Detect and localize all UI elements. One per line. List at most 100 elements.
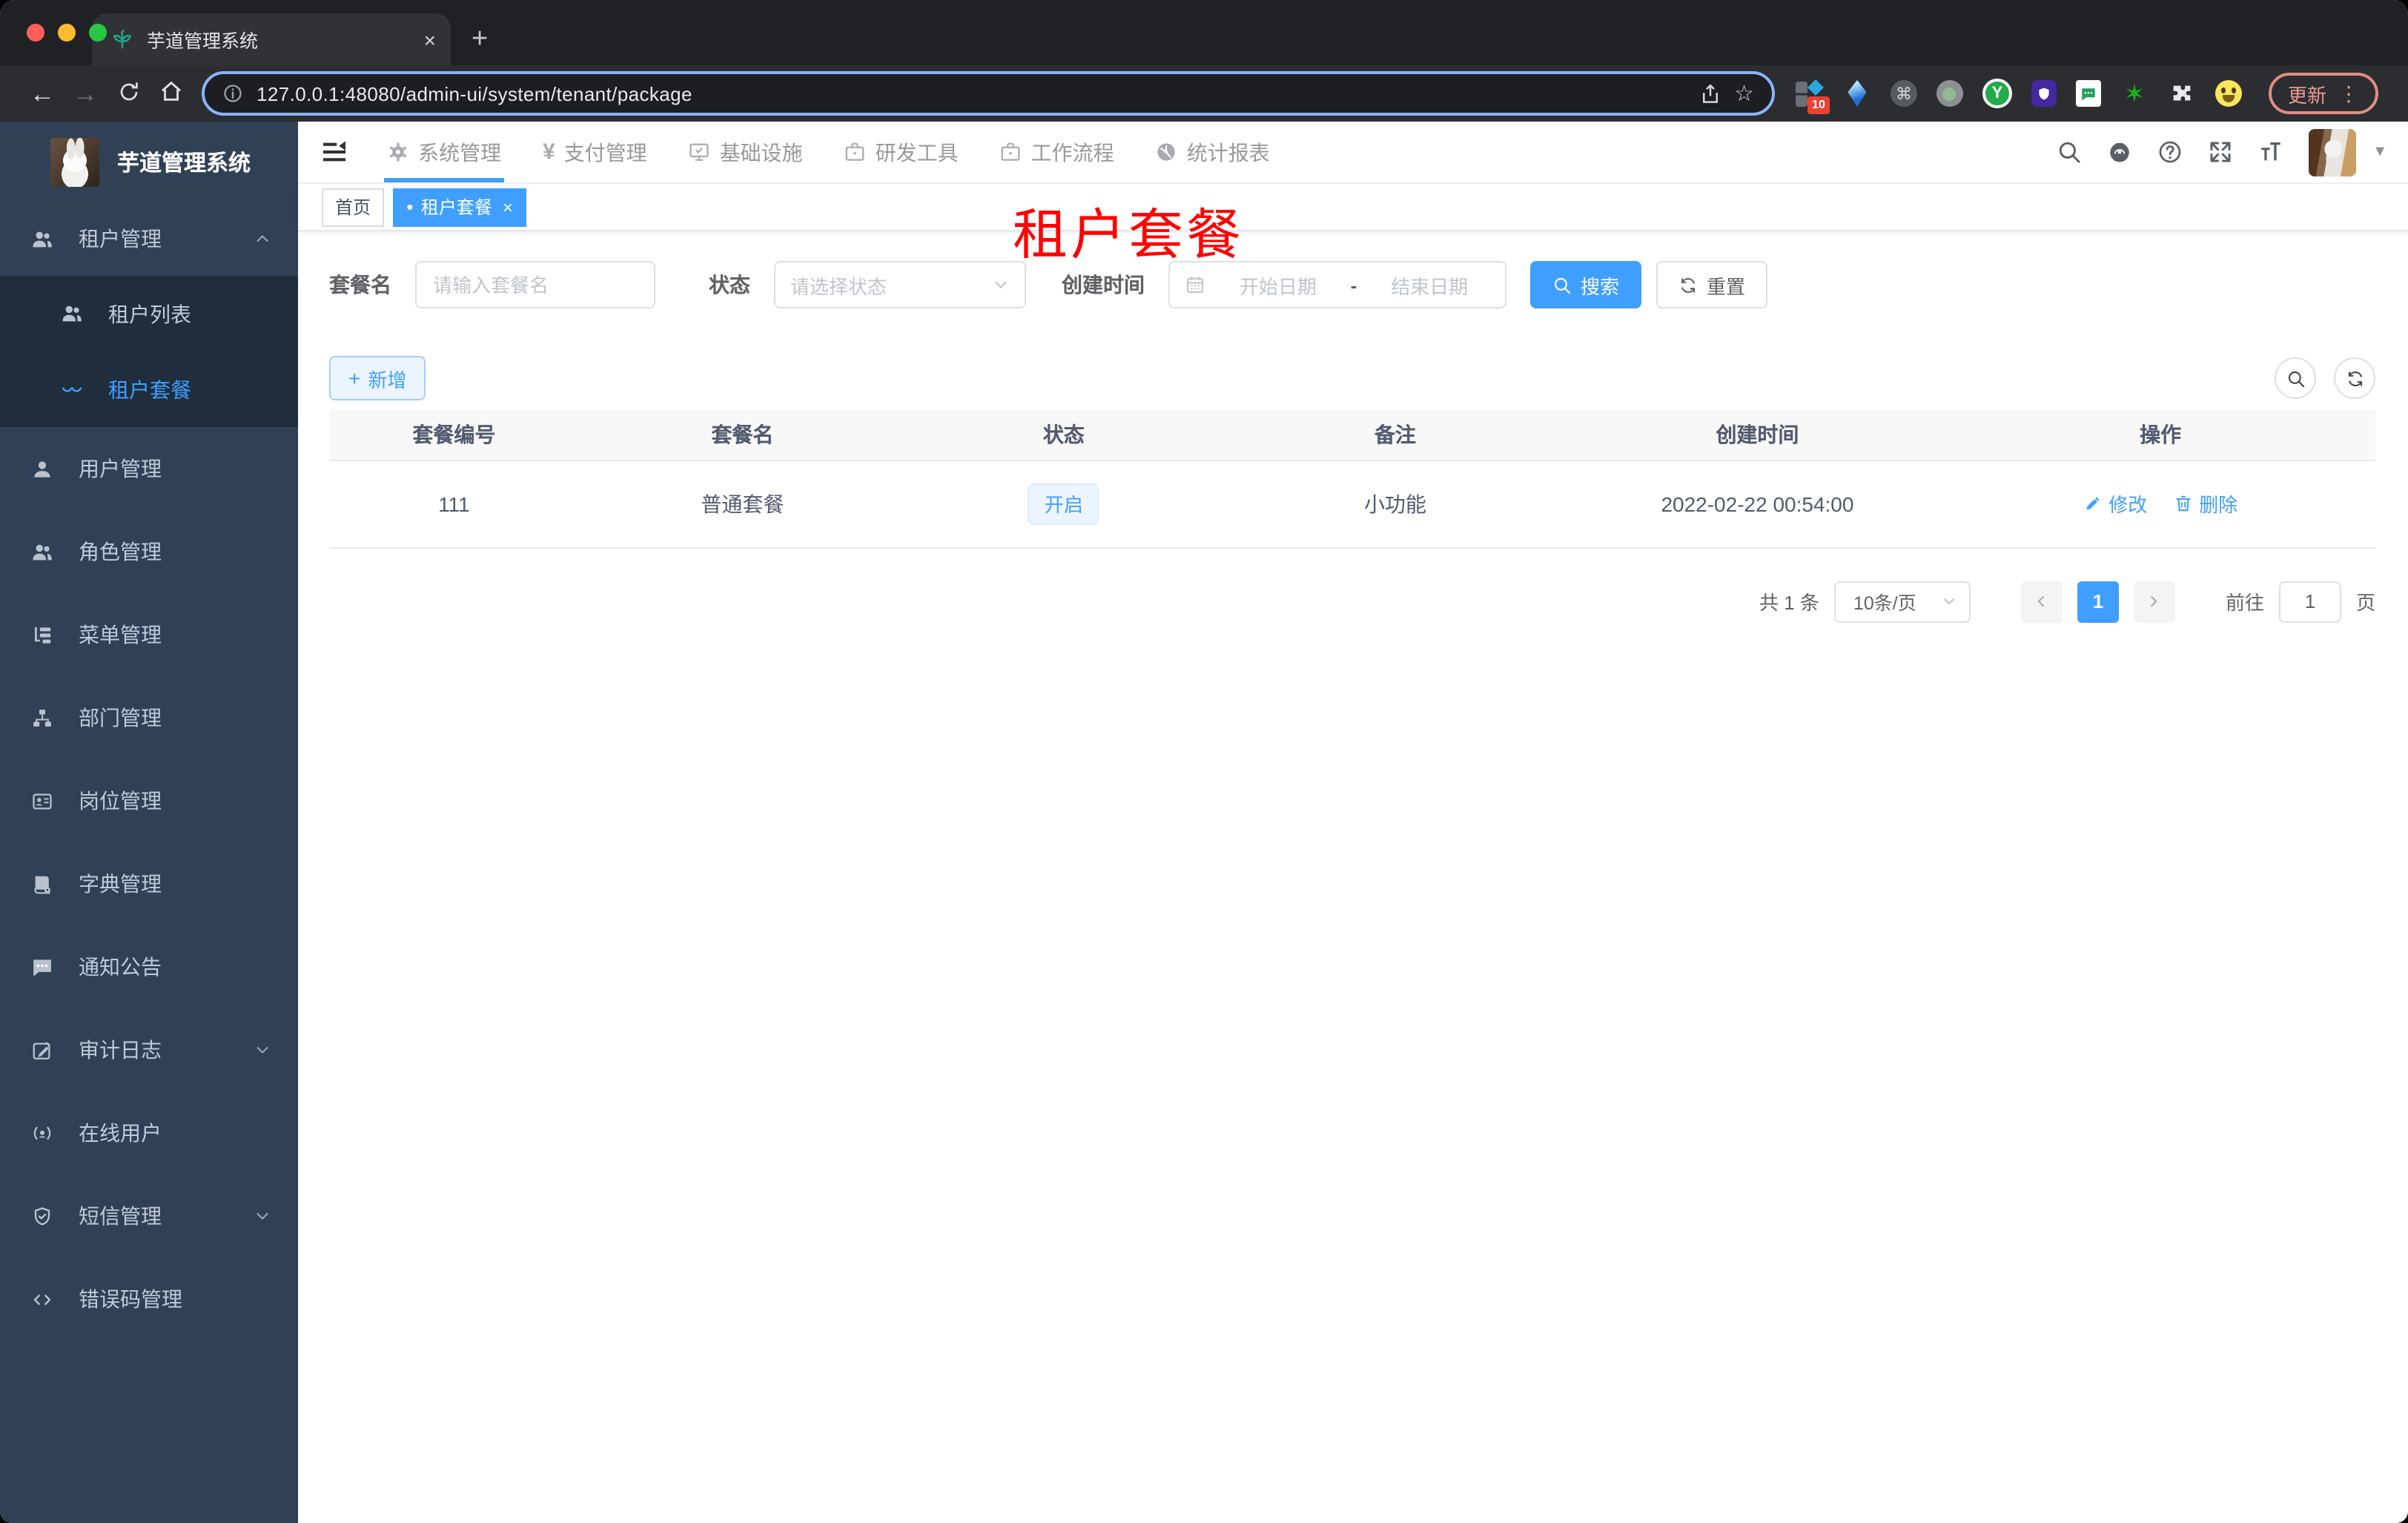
top-nav-system[interactable]: 系统管理 (366, 122, 522, 182)
tab-close-icon[interactable]: × (424, 29, 436, 50)
new-tab-button[interactable]: + (472, 25, 488, 53)
end-date-placeholder[interactable]: 结束日期 (1369, 271, 1490, 299)
next-page-button[interactable] (2133, 581, 2175, 622)
extension-badge: 10 (1807, 96, 1830, 113)
table-toolbar: + 新增 (329, 356, 2375, 400)
tag-home[interactable]: 首页 (322, 188, 385, 226)
tag-close-icon[interactable]: × (503, 198, 513, 216)
package-name-input[interactable] (415, 261, 655, 308)
extension-pin-icon[interactable]: 10 (1795, 79, 1830, 113)
url-bar[interactable]: 127.0.0.1:48080/admin-ui/system/tenant/p… (202, 71, 1775, 116)
sidebar-collapse-icon[interactable] (320, 138, 348, 166)
chrome-update-button[interactable]: 更新 ⋮ (2268, 73, 2378, 114)
window-controls (27, 24, 107, 42)
sidebar-item-notice[interactable]: 通知公告 (0, 925, 298, 1008)
browser-menu-icon[interactable]: ⋮ (2338, 81, 2359, 106)
font-size-icon[interactable] (2258, 139, 2283, 165)
code-icon (31, 1288, 53, 1310)
edit-link[interactable]: 修改 (2083, 489, 2147, 518)
people-icon (31, 541, 53, 563)
chevron-right-icon (2146, 593, 2163, 609)
browser-tab[interactable]: 芋道管理系统 × (92, 13, 451, 65)
back-button[interactable]: ← (21, 81, 64, 106)
status-select[interactable]: 请选择状态 (774, 261, 1026, 308)
active-dot-icon: ● (406, 199, 414, 213)
refresh-table-button[interactable] (2334, 357, 2375, 399)
app-logo[interactable]: 芋道管理系统 (0, 122, 298, 202)
extension-command-icon[interactable]: ⌘ (1890, 80, 1917, 107)
sidebar-item-sms-management[interactable]: 短信管理 (0, 1175, 298, 1258)
extension-chat-icon[interactable] (2075, 80, 2101, 107)
sidebar-item-tenant-management[interactable]: 租户管理 (0, 202, 298, 276)
sidebar-item-error-code[interactable]: 错误码管理 (0, 1258, 298, 1341)
tab-title: 芋道管理系统 (147, 31, 259, 52)
sidebar-item-dept-management[interactable]: 部门管理 (0, 676, 298, 759)
refresh-icon (1678, 275, 1698, 294)
current-page[interactable]: 1 (2077, 581, 2119, 622)
share-icon[interactable] (1698, 82, 1721, 105)
extensions-puzzle-icon[interactable] (2168, 79, 2196, 108)
site-info-icon[interactable] (222, 83, 243, 104)
add-button[interactable]: + 新增 (329, 356, 426, 400)
people-icon (61, 303, 83, 325)
calendar-icon (1185, 274, 1205, 295)
prev-page-button[interactable] (2020, 581, 2063, 622)
extension-y-icon[interactable]: Y (1982, 79, 2012, 108)
window-minimize-button[interactable] (58, 24, 76, 42)
date-separator: - (1350, 274, 1357, 296)
sidebar-item-role-management[interactable]: 角色管理 (0, 510, 298, 593)
status-label: 状态 (709, 273, 750, 297)
sidebar-item-dict-management[interactable]: 字典管理 (0, 842, 298, 925)
sidebar-item-menu-management[interactable]: 菜单管理 (0, 593, 298, 676)
extension-star-icon[interactable]: ✶ (2120, 79, 2149, 108)
start-date-placeholder[interactable]: 开始日期 (1217, 271, 1339, 299)
window-zoom-button[interactable] (89, 24, 107, 42)
app-header: 系统管理 ¥ 支付管理 基础设施 研发工具 工作流程 统计报表 ▼ (298, 122, 2408, 184)
main-region: 租户套餐 系统管理 ¥ 支付管理 基础设施 研发工具 工作流程 统计报表 ▼ 首… (298, 122, 2408, 1523)
sidebar-item-audit-log[interactable]: 审计日志 (0, 1008, 298, 1091)
sidebar-submenu-tenant: 租户列表 租户套餐 (0, 276, 298, 427)
top-nav-dev-tools[interactable]: 研发工具 (824, 122, 979, 182)
top-nav-infrastructure[interactable]: 基础设施 (668, 122, 824, 182)
user-avatar[interactable] (2309, 128, 2357, 176)
tag-tenant-package[interactable]: ● 租户套餐 × (393, 188, 526, 226)
top-nav-workflow[interactable]: 工作流程 (979, 122, 1135, 182)
extension-emoji-icon[interactable] (2214, 80, 2242, 107)
status-toggle[interactable]: 开启 (1028, 483, 1099, 524)
fullscreen-icon[interactable] (2208, 139, 2233, 165)
window-close-button[interactable] (27, 24, 44, 42)
top-nav-payment[interactable]: ¥ 支付管理 (522, 122, 668, 182)
extension-dot-icon[interactable] (1936, 80, 1963, 107)
search-form: 套餐名 状态 请选择状态 创建时间 开始日期 - 结束日期 (329, 261, 2375, 308)
pagination: 共 1 条 10条/页 1 前往 页 (329, 581, 2375, 622)
sidebar-item-tenant-package[interactable]: 租户套餐 (0, 351, 298, 427)
avatar-caret-icon[interactable]: ▼ (2372, 144, 2387, 160)
help-icon[interactable] (2157, 139, 2183, 165)
page-size-select[interactable]: 10条/页 (1833, 581, 1971, 622)
toggle-search-button[interactable] (2275, 357, 2316, 399)
sidebar-item-online-users[interactable]: 在线用户 (0, 1091, 298, 1175)
reset-button[interactable]: 重置 (1656, 261, 1768, 308)
refresh-icon (2345, 369, 2364, 388)
delete-link[interactable]: 删除 (2174, 489, 2237, 518)
url-text[interactable]: 127.0.0.1:48080/admin-ui/system/tenant/p… (257, 82, 1685, 105)
tags-view-bar: 首页 ● 租户套餐 × (298, 184, 2408, 231)
github-icon[interactable] (2107, 139, 2132, 165)
home-button[interactable] (150, 79, 193, 108)
search-button[interactable]: 搜索 (1530, 261, 1642, 308)
gauge-icon (1156, 141, 1178, 163)
top-nav-reports[interactable]: 统计报表 (1135, 122, 1291, 182)
reload-button[interactable] (107, 79, 150, 108)
forward-button[interactable]: → (64, 81, 107, 106)
chevron-down-icon (254, 1041, 271, 1059)
sidebar-item-tenant-list[interactable]: 租户列表 (0, 276, 298, 351)
chat-bubble-icon (31, 956, 53, 978)
bookmark-star-icon[interactable]: ☆ (1734, 80, 1754, 107)
extension-kite-icon[interactable] (1843, 79, 1871, 108)
goto-page-input[interactable] (2278, 581, 2341, 622)
sidebar-item-user-management[interactable]: 用户管理 (0, 427, 298, 510)
col-created-at: 创建时间 (1569, 409, 1946, 460)
extension-shield-icon[interactable] (2031, 80, 2057, 107)
sidebar-item-post-management[interactable]: 岗位管理 (0, 759, 298, 842)
search-icon[interactable] (2057, 139, 2082, 165)
